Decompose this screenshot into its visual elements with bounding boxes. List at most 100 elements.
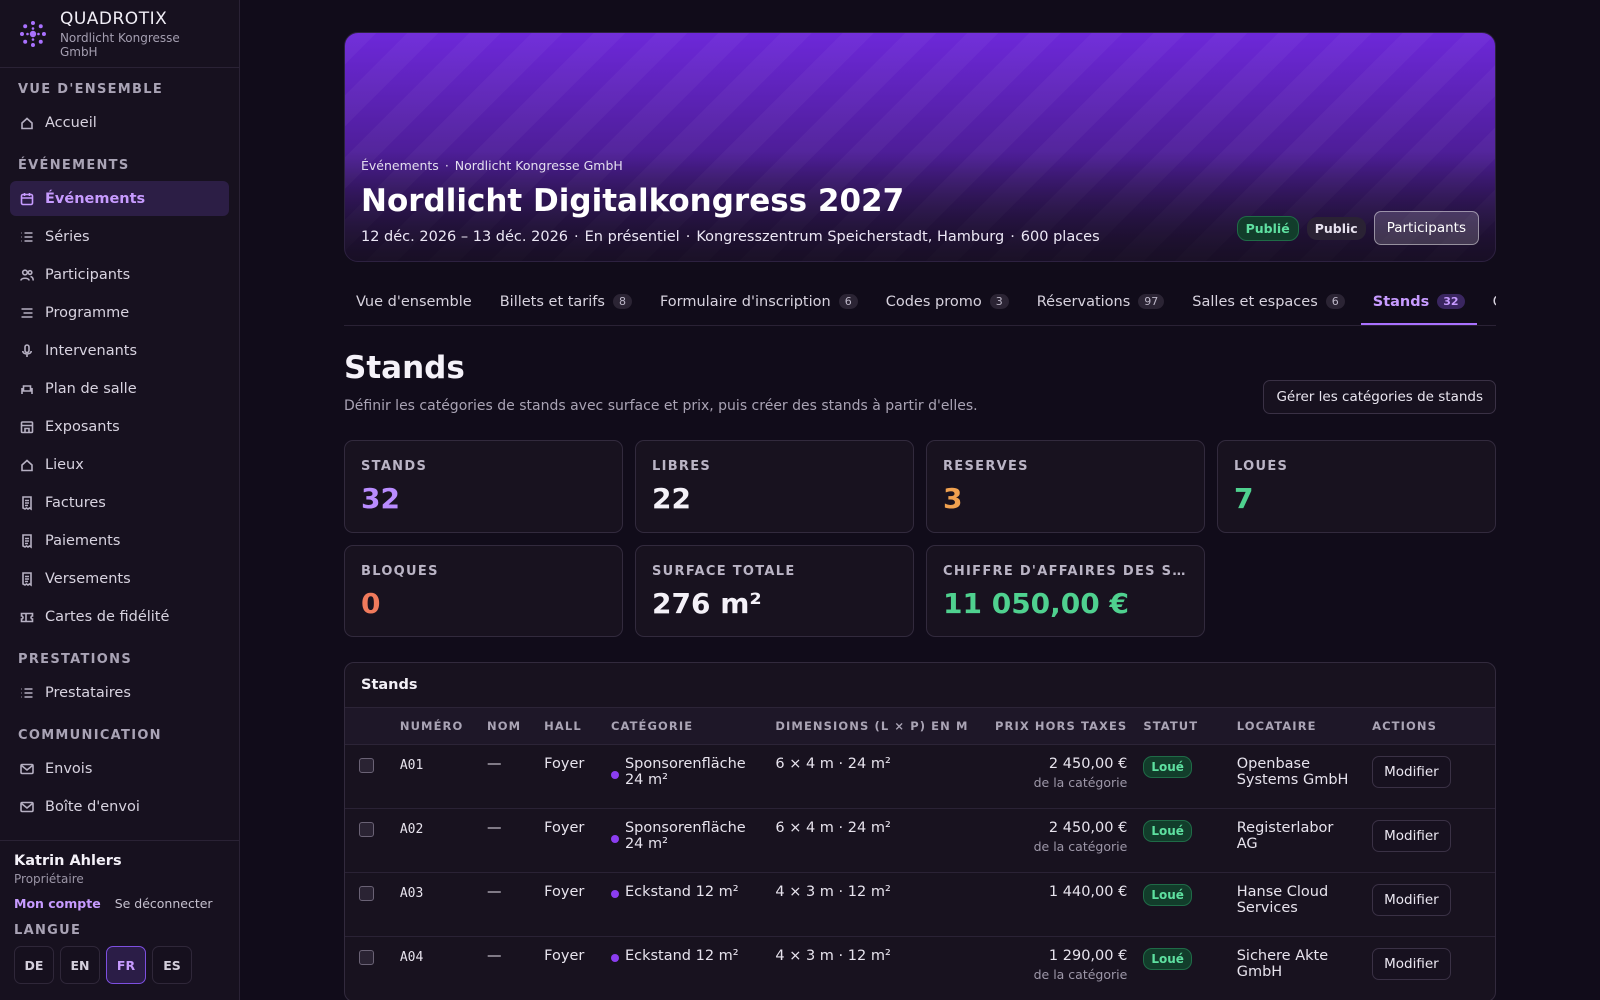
my-account-link[interactable]: Mon compte <box>14 896 101 911</box>
stand-tenant: Registerlabor AG <box>1228 808 1365 873</box>
manage-stand-categories-button[interactable]: Gérer les catégories de stands <box>1263 380 1496 414</box>
sidebar-item-evenements[interactable]: Événements <box>10 181 229 216</box>
sidebar-item-versements[interactable]: Versements <box>10 561 229 596</box>
column-header-hall[interactable]: HALL <box>536 708 603 745</box>
quadrotix-logo-icon <box>19 20 46 47</box>
edit-stand-button[interactable]: Modifier <box>1372 756 1451 788</box>
stat-value: 7 <box>1234 482 1254 515</box>
sidebar-item-envois[interactable]: Envois <box>10 751 229 786</box>
sidebar-item-label: Boîte d'envoi <box>45 798 140 815</box>
stand-category: Sponsorenfläche 24 m² <box>624 756 746 788</box>
stand-price: 2 450,00 € <box>1048 820 1128 836</box>
language-button-en[interactable]: EN <box>60 946 100 984</box>
sidebar-item-intervenants[interactable]: Intervenants <box>10 333 229 368</box>
edit-stand-button[interactable]: Modifier <box>1372 884 1451 916</box>
stand-name: — <box>478 744 537 809</box>
sidebar-item-cartes-de-fidelite[interactable]: Cartes de fidélité <box>10 599 229 634</box>
sidebar-item-label: Cartes de fidélité <box>45 608 170 625</box>
column-header-dimensions-l-p-en-m[interactable]: DIMENSIONS (L × P) EN M <box>767 708 976 745</box>
language-button-fr[interactable]: FR <box>106 946 146 984</box>
logout-link[interactable]: Se déconnecter <box>115 896 213 911</box>
tab-formulaire-d-inscription[interactable]: Formulaire d'inscription 6 <box>648 278 870 325</box>
tab-salles-et-espaces[interactable]: Salles et espaces 6 <box>1180 278 1356 325</box>
sidebar-item-lieux[interactable]: Lieux <box>10 447 229 482</box>
category-color-dot <box>610 890 619 898</box>
column-header-nom[interactable]: NOM <box>479 708 536 745</box>
tab-vue-d-ensemble[interactable]: Vue d'ensemble <box>344 278 484 325</box>
column-header-numero[interactable]: NUMÉRO <box>392 708 479 745</box>
stand-actions-cell: Modifier <box>1364 936 1495 1000</box>
stand-tenant: Hanse Cloud Services <box>1228 872 1365 937</box>
language-button-es[interactable]: ES <box>152 946 192 984</box>
column-header-locataire[interactable]: LOCATAIRE <box>1229 708 1364 745</box>
participants-button[interactable]: Participants <box>1373 211 1479 245</box>
stand-dimensions: 4 × 3 m · 12 m² <box>767 872 977 937</box>
table-body: A01— Foyer Sponsorenfläche 24 m² 6 × 4 m · … <box>345 744 1495 1000</box>
edit-stand-button[interactable]: Modifier <box>1372 948 1451 980</box>
sidebar-item-plan-de-salle[interactable]: Plan de salle <box>10 371 229 406</box>
list-icon <box>18 228 35 245</box>
row-checkbox[interactable] <box>359 758 374 773</box>
sidebar-item-label: Envois <box>45 760 93 777</box>
tab-reservations[interactable]: Réservations 97 <box>1025 278 1177 325</box>
tab-billets-et-tarifs[interactable]: Billets et tarifs 8 <box>488 278 644 325</box>
sidebar-item-factures[interactable]: Factures <box>10 485 229 520</box>
sidebar-item-boite-d-envoi[interactable]: Boîte d'envoi <box>10 789 229 824</box>
sidebar-item-label: Factures <box>45 494 106 511</box>
language-button-de[interactable]: DE <box>14 946 54 984</box>
stat-label: RÉSERVÉS <box>943 459 1029 474</box>
tab-objet[interactable]: Objet <box>1481 278 1496 325</box>
sidebar-item-prestataires[interactable]: Prestataires <box>10 675 229 710</box>
row-checkbox[interactable] <box>359 950 374 965</box>
sidebar-item-exposants[interactable]: Exposants <box>10 409 229 444</box>
stat-value: 11 050,00 € <box>943 587 1129 620</box>
stand-price: 1 440,00 € <box>1048 884 1128 900</box>
column-header-categorie[interactable]: CATÉGORIE <box>603 708 767 745</box>
column-header-statut[interactable]: STATUT <box>1135 708 1228 745</box>
sidebar-item-accueil[interactable]: Accueil <box>10 105 229 140</box>
sidebar-item-label: Versements <box>45 570 131 587</box>
sidebar-item-series[interactable]: Séries <box>10 219 229 254</box>
stand-actions-cell: Modifier <box>1364 808 1495 873</box>
column-header-actions[interactable]: ACTIONS <box>1364 708 1495 745</box>
brand[interactable]: QUADROTIX Nordlicht Kongresse GmbH <box>0 0 239 68</box>
sidebar-item-label: Accueil <box>45 114 97 131</box>
stand-status-cell: Loué <box>1135 744 1229 809</box>
stat-card-bloques: BLOQUÉS 0 <box>344 545 623 637</box>
event-venue: Kongresszentrum Speicherstadt, Hamburg <box>696 229 1005 245</box>
stand-price-cell: 2 450,00 € de la catégorie <box>976 808 1136 873</box>
sidebar-item-participants[interactable]: Participants <box>10 257 229 292</box>
row-checkbox[interactable] <box>359 822 374 837</box>
mail-icon <box>18 798 35 815</box>
stat-label: LIBRES <box>652 459 712 474</box>
table-row: A03— Foyer Eckstand 12 m² 4 × 3 m · 12 m² 1 … <box>345 872 1495 937</box>
price-source-note: de la catégorie <box>1033 775 1128 790</box>
tab-count-badge: 6 <box>1325 294 1345 309</box>
tab-stands[interactable]: Stands 32 <box>1360 278 1477 325</box>
price-source-note: de la catégorie <box>1033 967 1128 982</box>
breadcrumb-organization[interactable]: Nordlicht Kongresse GmbH <box>455 158 623 173</box>
stand-hall: Foyer <box>536 808 603 873</box>
sidebar-item-paiements[interactable]: Paiements <box>10 523 229 558</box>
sidebar-item-label: Lieux <box>45 456 84 473</box>
language-label: LANGUE <box>14 923 82 938</box>
breadcrumb-events[interactable]: Événements <box>361 158 439 173</box>
column-header-prix-hors-taxes[interactable]: PRIX HORS TAXES <box>977 708 1136 745</box>
stand-price-cell: 1 290,00 € de la catégorie <box>976 936 1136 1000</box>
nav-section-vue-d-ensemble: VUE D'ENSEMBLE <box>18 82 164 97</box>
edit-stand-button[interactable]: Modifier <box>1372 820 1451 852</box>
sidebar-item-label: Participants <box>45 266 131 283</box>
stand-hall: Foyer <box>536 744 603 809</box>
users-icon <box>18 266 35 283</box>
calendar-icon <box>18 190 35 207</box>
stat-card-libres: LIBRES 22 <box>635 440 914 533</box>
stat-value: 276 m² <box>652 587 762 620</box>
stand-tenant: Sichere Akte GmbH <box>1228 936 1365 1000</box>
stand-name: — <box>478 872 537 937</box>
stat-label: CHIFFRE D'AFFAIRES DES STANDS <box>943 564 1188 579</box>
tab-codes-promo[interactable]: Codes promo 3 <box>874 278 1021 325</box>
category-color-dot <box>610 835 619 843</box>
sidebar-item-programme[interactable]: Programme <box>10 295 229 330</box>
row-checkbox[interactable] <box>359 886 374 901</box>
sidebar-item-label: Plan de salle <box>45 380 137 397</box>
